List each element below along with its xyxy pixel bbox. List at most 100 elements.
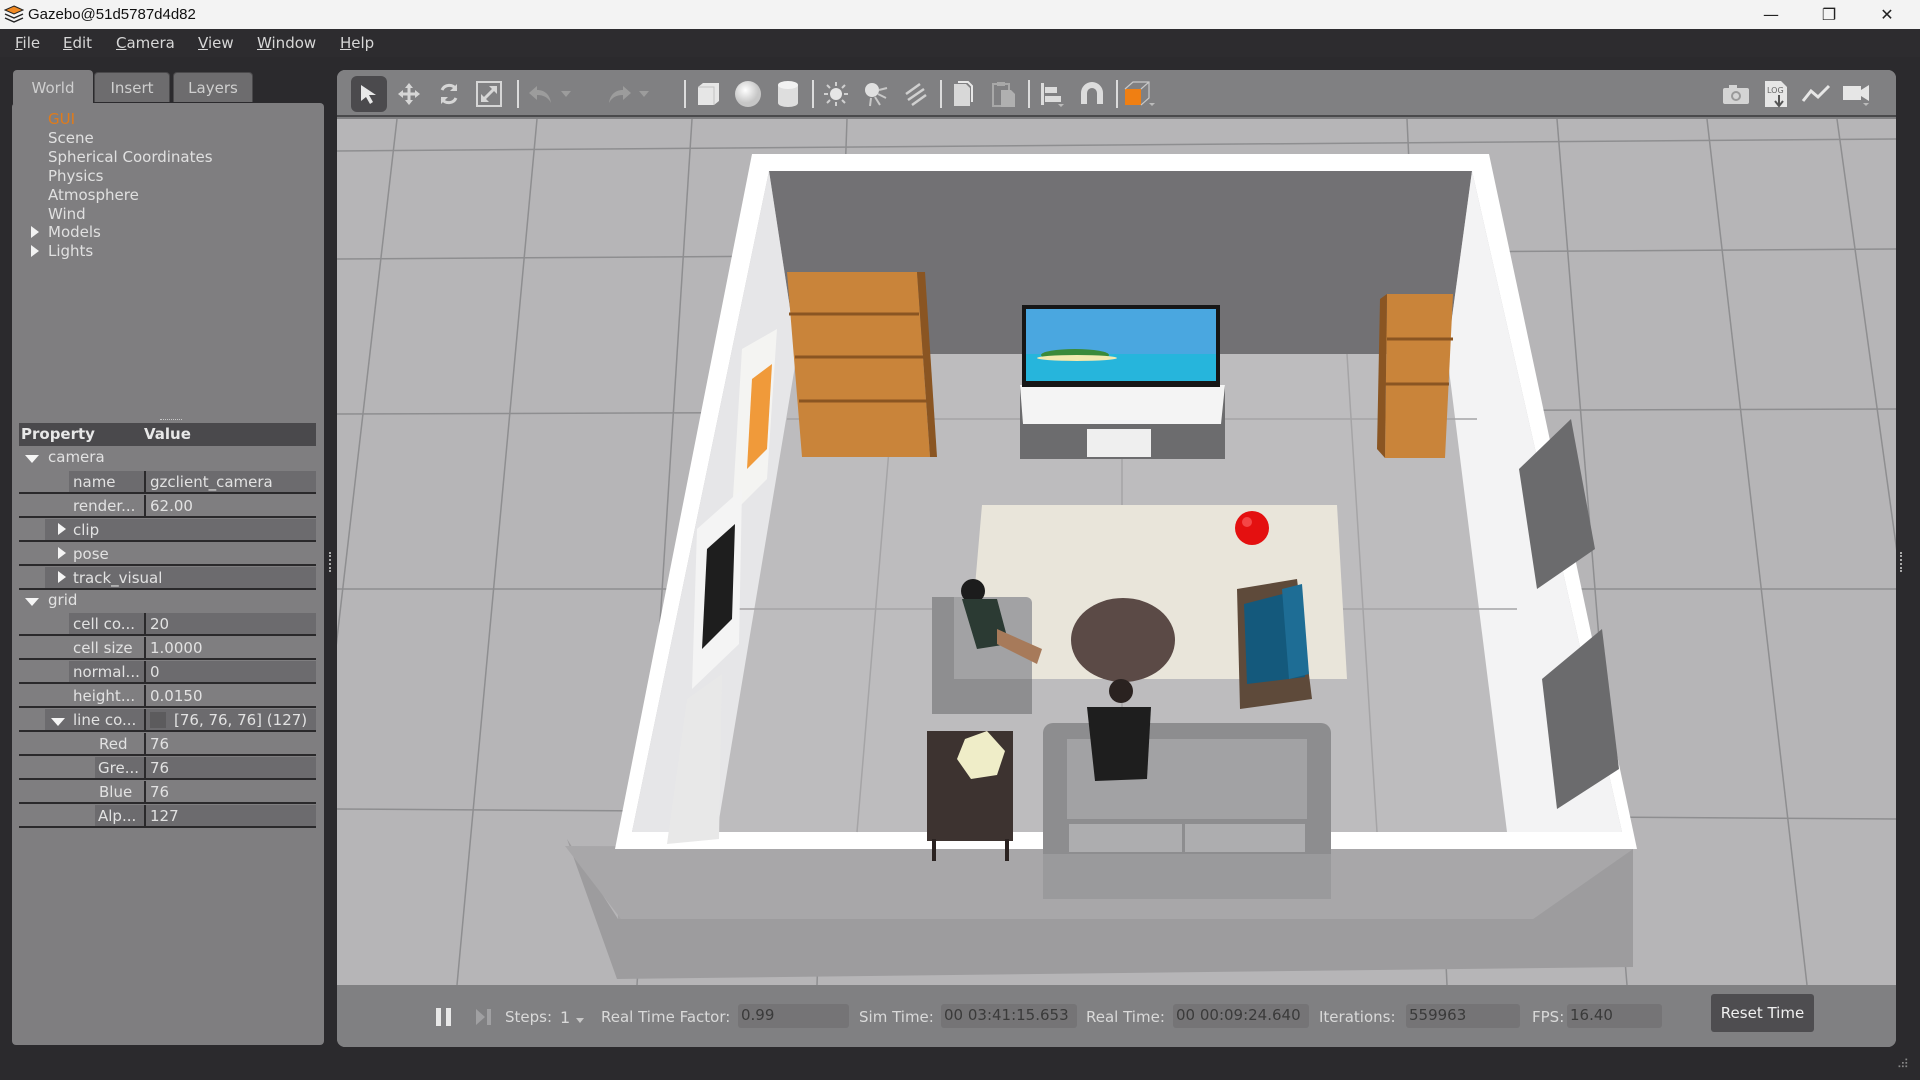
insert-point-light-button[interactable] bbox=[818, 76, 854, 112]
panel-splitter-handle[interactable] bbox=[160, 419, 182, 422]
steps-label: Steps: bbox=[505, 1008, 553, 1026]
collapse-camera-icon[interactable] bbox=[25, 455, 39, 463]
rotate-icon bbox=[440, 83, 458, 105]
simulation-control-bar: Steps: 1 Real Time Factor: 0.99 Sim Time… bbox=[337, 985, 1896, 1047]
expand-lights-icon[interactable] bbox=[31, 245, 39, 257]
color-swatch[interactable] bbox=[150, 711, 166, 728]
redo-history-dropdown[interactable] bbox=[635, 76, 653, 112]
restore-button[interactable]: ❐ bbox=[1800, 0, 1858, 29]
property-value[interactable]: 0.0150 bbox=[150, 687, 203, 705]
paste-button[interactable] bbox=[986, 76, 1022, 112]
tree-item-lights[interactable]: Lights bbox=[48, 242, 93, 260]
property-value[interactable]: 127 bbox=[150, 807, 179, 825]
property-row-line-color[interactable]: line co... [76, 76, 76] (127) bbox=[19, 709, 316, 732]
menu-view[interactable]: View bbox=[198, 34, 234, 52]
collapse-line-color-icon[interactable] bbox=[51, 718, 65, 726]
insert-directional-light-button[interactable] bbox=[898, 76, 934, 112]
translate-icon bbox=[398, 83, 420, 105]
property-group-grid[interactable]: grid bbox=[48, 591, 77, 609]
menu-file[interactable]: File bbox=[15, 34, 40, 52]
right-panel-resize-handle[interactable] bbox=[1900, 552, 1903, 572]
tree-item-spherical-coordinates[interactable]: Spherical Coordinates bbox=[48, 148, 213, 166]
tree-item-atmosphere[interactable]: Atmosphere bbox=[48, 186, 139, 204]
expand-pose-icon[interactable] bbox=[58, 547, 66, 559]
step-forward-icon bbox=[476, 1009, 491, 1025]
property-value[interactable]: 62.00 bbox=[150, 497, 193, 515]
view-angle-button[interactable] bbox=[1122, 76, 1158, 112]
property-value: [76, 76, 76] (127) bbox=[174, 710, 308, 729]
tab-insert[interactable]: Insert bbox=[94, 72, 170, 102]
left-panel-resize-handle[interactable] bbox=[329, 552, 332, 572]
align-button[interactable] bbox=[1034, 76, 1070, 112]
expand-models-icon[interactable] bbox=[31, 226, 39, 238]
menu-window-label: indow bbox=[271, 34, 317, 52]
menu-help-mnemonic: H bbox=[340, 34, 352, 52]
property-value[interactable]: 0 bbox=[150, 663, 160, 681]
redo-button[interactable] bbox=[601, 76, 637, 112]
menu-help[interactable]: Help bbox=[340, 34, 374, 52]
insert-cylinder-button[interactable] bbox=[770, 76, 806, 112]
value-column-header: Value bbox=[144, 425, 191, 443]
property-table-header: Property Value bbox=[19, 423, 316, 446]
insert-box-button[interactable] bbox=[690, 76, 726, 112]
copy-icon bbox=[954, 81, 973, 106]
menu-edit[interactable]: Edit bbox=[63, 34, 92, 52]
insert-sphere-button[interactable] bbox=[730, 76, 766, 112]
real-time-factor-value: 0.99 bbox=[738, 1004, 849, 1028]
window-resize-grip-icon[interactable] bbox=[1896, 1056, 1908, 1068]
tab-world[interactable]: World bbox=[13, 70, 93, 104]
undo-history-dropdown[interactable] bbox=[557, 76, 575, 112]
collapse-grid-icon[interactable] bbox=[25, 598, 39, 606]
property-value[interactable]: 20 bbox=[150, 615, 169, 633]
undo-button[interactable] bbox=[523, 76, 559, 112]
tab-layers-label: Layers bbox=[188, 78, 238, 97]
property-value[interactable]: gzclient_camera bbox=[150, 473, 273, 491]
copy-button[interactable] bbox=[946, 76, 982, 112]
property-value[interactable]: 76 bbox=[150, 735, 169, 753]
property-group-camera[interactable]: camera bbox=[48, 448, 105, 466]
scale-mode-button[interactable] bbox=[471, 76, 507, 112]
insert-spot-light-button[interactable] bbox=[858, 76, 894, 112]
step-button[interactable] bbox=[473, 1006, 495, 1028]
tree-item-wind[interactable]: Wind bbox=[48, 205, 86, 223]
tree-item-gui[interactable]: GUI bbox=[48, 110, 75, 128]
screenshot-button[interactable] bbox=[1718, 76, 1754, 112]
plot-button[interactable] bbox=[1798, 76, 1834, 112]
tab-world-label: World bbox=[31, 78, 75, 97]
reset-time-label: Reset Time bbox=[1720, 1004, 1805, 1022]
property-value[interactable]: 76 bbox=[150, 783, 169, 801]
expand-track-visual-icon[interactable] bbox=[58, 571, 66, 583]
log-data-button[interactable]: LOG bbox=[1758, 76, 1794, 112]
rotate-mode-button[interactable] bbox=[431, 76, 467, 112]
property-row-clip[interactable]: clip bbox=[19, 519, 316, 542]
expand-clip-icon[interactable] bbox=[58, 523, 66, 535]
translate-mode-button[interactable] bbox=[391, 76, 427, 112]
pause-button[interactable] bbox=[433, 1006, 455, 1028]
tree-item-models[interactable]: Models bbox=[48, 223, 101, 241]
tree-item-scene[interactable]: Scene bbox=[48, 129, 94, 147]
snap-button[interactable] bbox=[1074, 76, 1110, 112]
select-mode-button[interactable] bbox=[351, 76, 387, 112]
property-row-pose[interactable]: pose bbox=[19, 543, 316, 566]
tab-layers[interactable]: Layers bbox=[173, 72, 253, 102]
reset-time-button[interactable]: Reset Time bbox=[1711, 994, 1814, 1032]
television bbox=[1022, 305, 1220, 387]
box-shape-icon bbox=[698, 83, 719, 105]
steps-value[interactable]: 1 bbox=[560, 1008, 570, 1027]
property-value[interactable]: 76 bbox=[150, 759, 169, 777]
menu-window[interactable]: Window bbox=[257, 34, 316, 52]
menu-camera[interactable]: Camera bbox=[116, 34, 175, 52]
property-value[interactable]: 1.0000 bbox=[150, 639, 203, 657]
video-record-button[interactable] bbox=[1838, 76, 1874, 112]
close-button[interactable]: ✕ bbox=[1858, 0, 1916, 29]
minimize-button[interactable]: — bbox=[1742, 0, 1800, 29]
steps-spin-down-icon[interactable] bbox=[576, 1018, 584, 1024]
sofa bbox=[1043, 723, 1331, 899]
bookshelf-right bbox=[1377, 294, 1453, 458]
property-row-camera-name: name gzclient_camera bbox=[19, 471, 316, 494]
menu-view-mnemonic: V bbox=[198, 34, 208, 52]
tree-item-physics[interactable]: Physics bbox=[48, 167, 103, 185]
real-time-label: Real Time: bbox=[1086, 1008, 1165, 1026]
3d-scene-view[interactable] bbox=[337, 119, 1896, 985]
property-row-track-visual[interactable]: track_visual bbox=[19, 567, 316, 590]
